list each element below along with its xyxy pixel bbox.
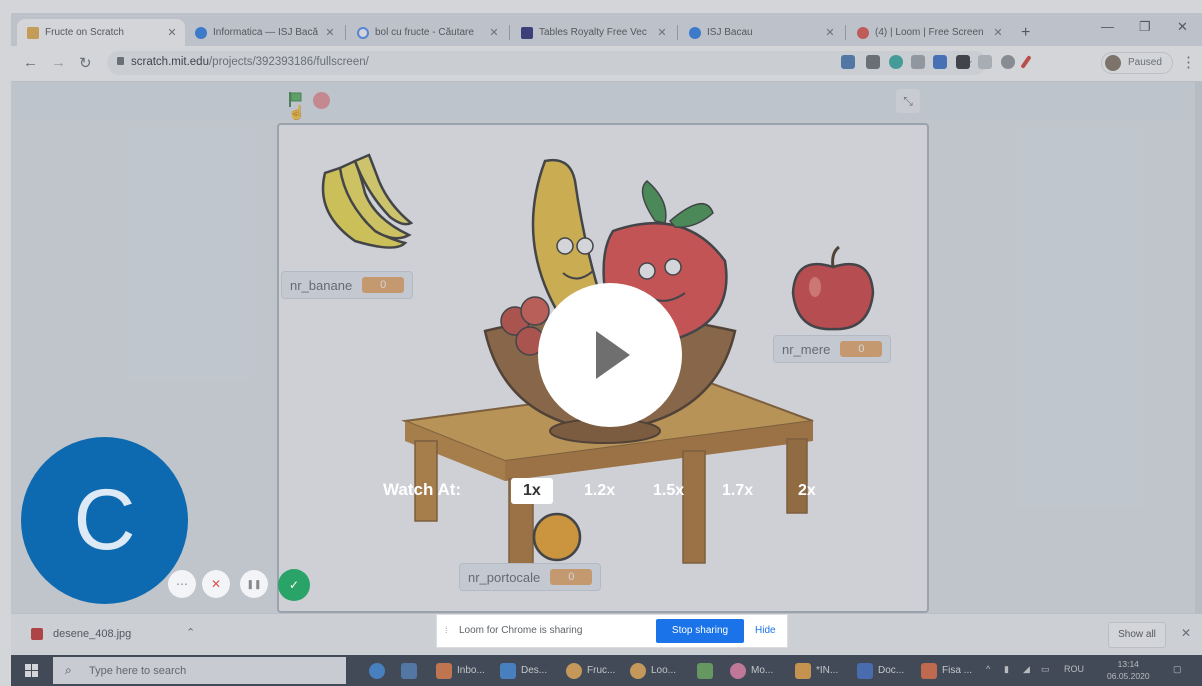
- speed-option-1-2x[interactable]: 1.2x: [572, 478, 627, 504]
- speed-option-1-7x[interactable]: 1.7x: [710, 478, 765, 504]
- video-duration-label: 1 min: [583, 620, 631, 640]
- play-icon: [596, 331, 630, 379]
- share-message: Loom for Chrome is sharing: [459, 625, 583, 636]
- pause-recording-button[interactable]: ❚❚: [240, 570, 268, 598]
- drag-handle-icon[interactable]: ⁞: [445, 625, 448, 635]
- speed-option-1-5x[interactable]: 1.5x: [641, 478, 696, 504]
- speed-option-2x[interactable]: 2x: [786, 478, 828, 504]
- more-options-button[interactable]: ⋯: [168, 570, 196, 598]
- speed-option-1x[interactable]: 1x: [511, 478, 553, 504]
- camera-bubble[interactable]: C: [21, 437, 188, 604]
- watch-at-label: Watch At:: [383, 480, 462, 499]
- stop-sharing-button[interactable]: Stop sharing: [656, 619, 744, 643]
- play-button[interactable]: [538, 283, 682, 427]
- finish-recording-button[interactable]: ✓: [278, 569, 310, 601]
- hide-share-bar-link[interactable]: Hide: [755, 625, 776, 636]
- cancel-recording-button[interactable]: ✕: [202, 570, 230, 598]
- loom-video-overlay: Watch At: 1x 1.2x 1.5x 1.7x 2x C ⋯ ✕ ❚❚ …: [0, 0, 1202, 686]
